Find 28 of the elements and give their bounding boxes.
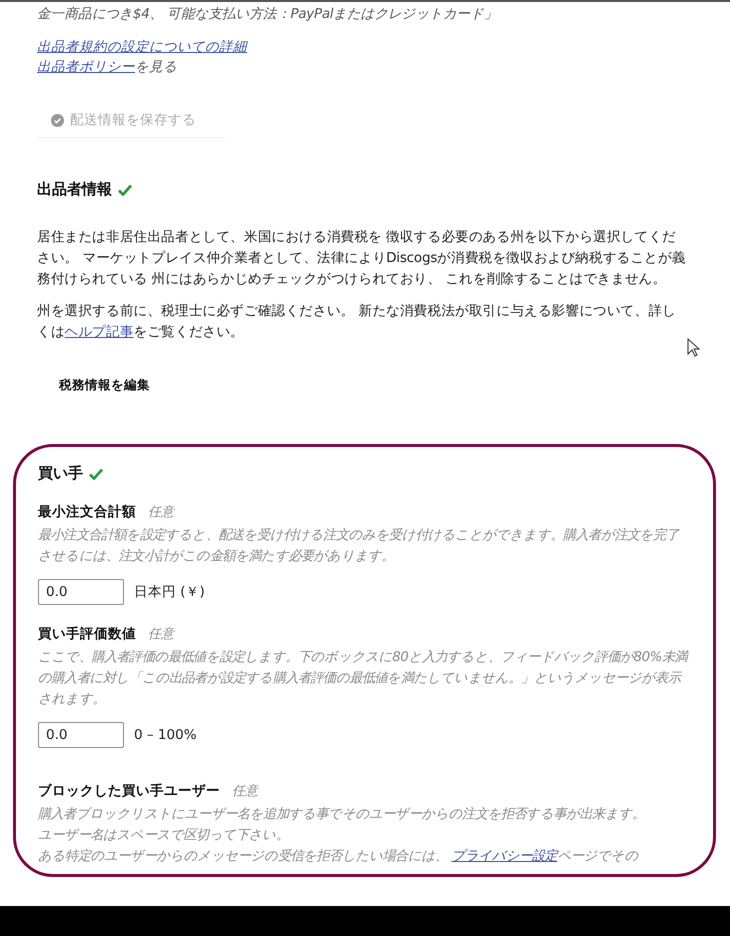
input-field[interactable]: 0.0: [38, 722, 124, 748]
field-label: 最小注文合計額: [38, 503, 136, 521]
field-label: 買い手評価数値: [38, 625, 136, 643]
mouse-cursor-icon: [687, 338, 700, 357]
unit-label: 0 – 100%: [134, 727, 197, 743]
help-article-link[interactable]: ヘルプ記事: [64, 324, 134, 340]
buyer-heading: 買い手: [38, 464, 691, 483]
help-text: 購入者ブロックリストにユーザー名を追加する事でそのユーザーからの注文を拒否する事が出来ます。: [38, 806, 646, 824]
field-label: ブロックした買い手ユーザー: [38, 782, 220, 800]
optional-label: 任意: [148, 626, 174, 643]
help-text: ユーザー名はスペースで区切って下さい。: [38, 827, 290, 845]
help-text: ここで、購入者評価の最低値を設定します。下のボックスに80と入力すると、フィードバック評価が80%未満の購入者に対し「この出品者が設定する購入者評価の最低値を満たしていません。」というメッセージが表示されます。: [38, 648, 690, 709]
help-text: 最小注文合計額を設定すると、配送を受け付ける注文のみを受け付けることができます。購入者が注文を完了させるには、注文小計がこの金額を満たす必要があります。: [38, 526, 680, 566]
optional-label: 任意: [232, 783, 258, 800]
tax-paragraph: 州を選択する前に、税理士に必ずご確認ください。 新たな消費税法が取引に与える影響について、詳しくはヘルプ記事をご覧ください。: [37, 302, 677, 342]
help-text: ある特定のユーザーからのメッセージの受信を拒否したい場合には、 プライバシー設定ページでその: [38, 848, 640, 866]
shipping-note: 金一商品につき$4、 可能な支払い方法：PayPalまたはクレジットカード」: [37, 5, 499, 23]
check-circle-icon: [51, 114, 64, 126]
tax-paragraph: 居住または非居住出品者として、米国における消費税を 徴収する必要のある州を以下から選択してください。 マーケットプレイス仲介業者として、法律によりDiscogsが消費税を徴収および納税することが義務付けられている 州にはあらかじめチェックがつけられており、 これを削除することはできません。: [37, 228, 687, 289]
privacy-settings-link[interactable]: プライバシー設定: [451, 849, 558, 864]
seller-info-heading: 出品者情報: [37, 180, 687, 199]
policy-text: 出品者ポリシーを見る: [37, 59, 177, 75]
policy-link[interactable]: 出品者ポリシー: [37, 59, 135, 75]
input-field[interactable]: 0.0: [38, 579, 124, 605]
optional-label: 任意: [148, 504, 174, 521]
terms-link[interactable]: 出品者規約の設定についての詳細: [37, 39, 247, 55]
edit-tax-button[interactable]: 税務情報を編集: [57, 373, 152, 398]
unit-label: 日本円 (￥): [134, 583, 205, 601]
